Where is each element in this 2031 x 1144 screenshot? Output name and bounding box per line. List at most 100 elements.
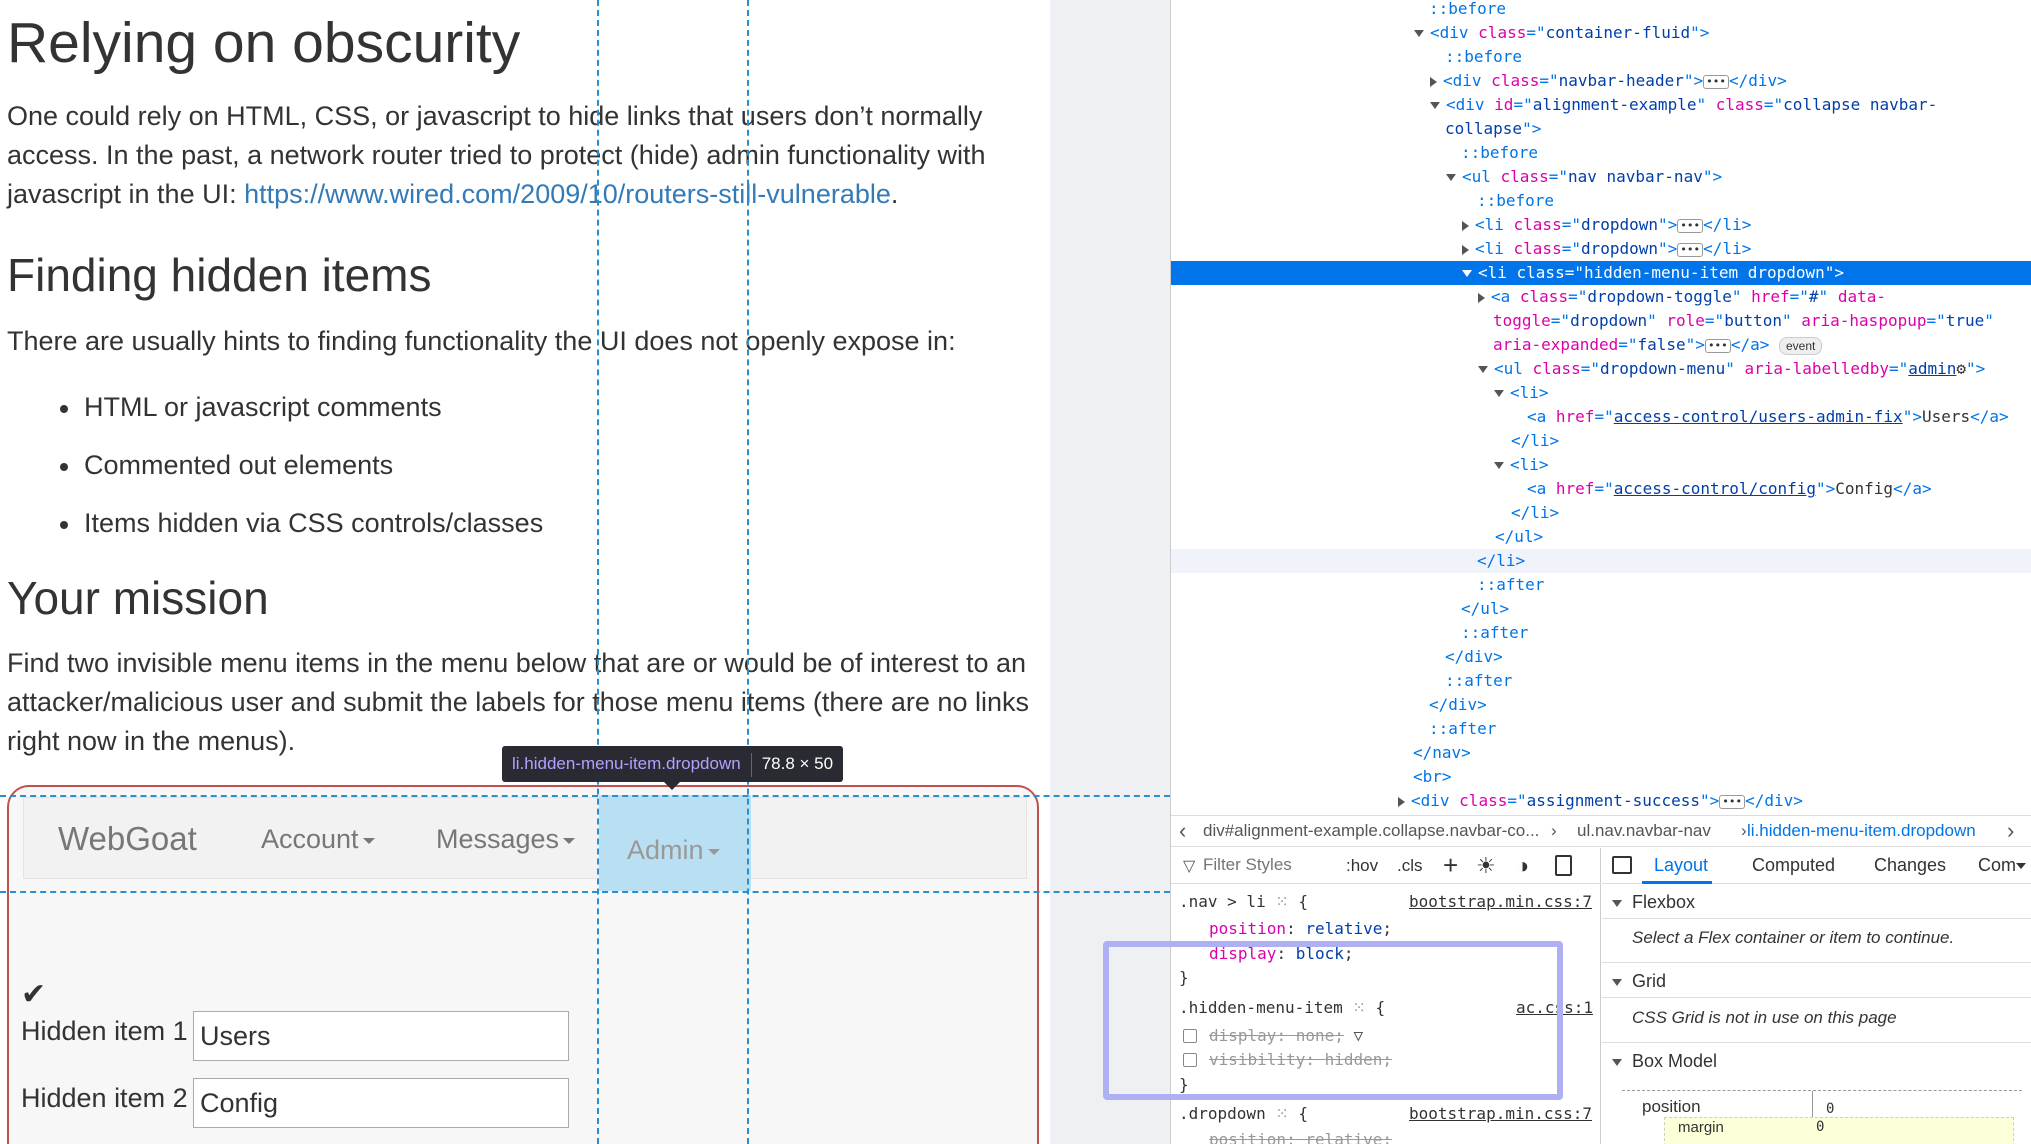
breadcrumb: ‹ div#alignment-example.collapse.navbar-… xyxy=(1171,815,2031,847)
rule-declaration[interactable]: position: relative; xyxy=(1209,1128,1392,1144)
wired-article-link[interactable]: https://www.wired.com/2009/10/routers-st… xyxy=(244,179,891,209)
event-badge[interactable]: event xyxy=(1778,336,1823,355)
hints-list: HTML or javascript comments Commented ou… xyxy=(60,378,543,552)
flexbox-note: Select a Flex container or item to conti… xyxy=(1632,928,1955,947)
add-rule-icon[interactable]: + xyxy=(1443,850,1458,881)
expand-twisty-icon[interactable] xyxy=(1414,30,1424,37)
collapse-twisty-icon[interactable] xyxy=(1462,244,1469,255)
markup-node[interactable]: ::after xyxy=(1171,573,2031,597)
collapse-twisty-icon[interactable] xyxy=(1462,220,1469,231)
box-model-margin-value[interactable]: 0 xyxy=(1816,1119,1824,1135)
flexbox-section-header[interactable]: Flexbox xyxy=(1602,885,2031,919)
expand-twisty-icon[interactable] xyxy=(1446,174,1456,181)
nav-item-account[interactable]: Account xyxy=(261,824,375,855)
markup-node[interactable]: ::after xyxy=(1171,669,2031,693)
markup-node[interactable]: <li> xyxy=(1171,453,2031,477)
markup-node[interactable]: ::after xyxy=(1171,717,2031,741)
markup-node[interactable]: <li class="dropdown"> ••• </li> xyxy=(1171,213,2031,237)
rule-source-link[interactable]: bootstrap.min.css:7 xyxy=(1409,1102,1592,1126)
collapse-twisty-icon[interactable] xyxy=(1430,76,1437,87)
paragraph-obscurity-line-3: javascript in the UI: https://www.wired.… xyxy=(7,175,898,214)
highlighter-infobar: li.hidden-menu-item.dropdown 78.8 × 50 xyxy=(502,746,844,790)
markup-node[interactable]: <ul class="dropdown-menu" aria-labelledb… xyxy=(1171,357,2031,381)
layout-view: Layout Computed Changes Com Flexbox Sele… xyxy=(1602,848,2031,1144)
chevron-left-icon[interactable]: ‹ xyxy=(1179,816,1186,846)
chevron-down-icon[interactable] xyxy=(2016,863,2026,869)
markup-node[interactable]: </li> xyxy=(1171,501,2031,525)
markup-node[interactable]: <a class="dropdown-toggle" href="#" data… xyxy=(1171,285,2031,309)
rules-toolbar: ▽ :hov .cls + ☀ ◑ xyxy=(1171,848,1601,884)
chevron-right-icon[interactable]: › xyxy=(2007,816,2014,846)
markup-node[interactable]: ::before xyxy=(1171,189,2031,213)
markup-node[interactable]: </nav> xyxy=(1171,741,2031,765)
gear-icon[interactable]: ⚙ xyxy=(1956,357,1966,381)
caret-down-icon xyxy=(362,837,375,844)
markup-node[interactable]: </li> xyxy=(1171,429,2031,453)
markup-node[interactable]: <ul class="nav navbar-nav"> xyxy=(1171,165,2031,189)
markup-node[interactable]: <li> xyxy=(1171,381,2031,405)
hover-states-toggle[interactable]: :hov xyxy=(1346,856,1378,876)
hidden-item-2-input[interactable] xyxy=(193,1078,569,1128)
expand-twisty-icon[interactable] xyxy=(1494,462,1504,469)
box-model-section-header[interactable]: Box Model xyxy=(1602,1044,2031,1078)
breadcrumb-separator-icon: › xyxy=(1551,821,1557,840)
markup-node[interactable]: <div class="assignment-success"> ••• </div… xyxy=(1171,789,2031,813)
light-scheme-icon[interactable]: ☀ xyxy=(1476,853,1496,879)
expand-twisty-icon[interactable] xyxy=(1430,102,1440,109)
markup-node[interactable]: <div class="navbar-header"> ••• </div> xyxy=(1171,69,2031,93)
markup-node-continuation: aria-expanded="false"> ••• </a> event xyxy=(1171,333,2031,357)
tab-layout[interactable]: Layout xyxy=(1654,855,1708,876)
markup-node[interactable]: ::after xyxy=(1171,621,2031,645)
ellipsis-icon[interactable]: ••• xyxy=(1719,794,1746,809)
markup-node[interactable]: <br> xyxy=(1171,765,2031,789)
collapse-twisty-icon[interactable] xyxy=(1478,292,1485,303)
markup-node-selected[interactable]: <li class="hidden-menu-item dropdown"> xyxy=(1171,261,2031,285)
markup-node[interactable]: </div> xyxy=(1171,645,2031,669)
collapse-twisty-icon[interactable] xyxy=(1398,796,1405,807)
grid-section-header[interactable]: Grid xyxy=(1602,964,2031,998)
nav-item-admin[interactable]: Admin xyxy=(627,835,720,866)
markup-node[interactable]: </ul> xyxy=(1171,525,2031,549)
filter-styles-input[interactable] xyxy=(1203,852,1333,878)
markup-node[interactable]: ::before xyxy=(1171,141,2031,165)
markup-node[interactable]: </div> xyxy=(1171,693,2031,717)
print-media-icon[interactable] xyxy=(1555,855,1572,876)
markup-node[interactable]: <li class="dropdown"> ••• </li> xyxy=(1171,237,2031,261)
class-toggle[interactable]: .cls xyxy=(1397,856,1423,876)
markup-node[interactable]: <div class="container-fluid"> xyxy=(1171,21,2031,45)
hidden-item-1-input[interactable] xyxy=(193,1011,569,1061)
hidden-item-2-label: Hidden item 2 xyxy=(21,1083,188,1113)
markup-node[interactable]: <div id="alignment-example" class="colla… xyxy=(1171,93,2031,117)
expand-twisty-icon[interactable] xyxy=(1462,270,1472,277)
markup-node[interactable]: ::before xyxy=(1171,45,2031,69)
dark-scheme-icon[interactable]: ◑ xyxy=(1516,853,1529,879)
ellipsis-icon[interactable]: ••• xyxy=(1677,218,1704,233)
tab-computed[interactable]: Computed xyxy=(1752,855,1835,876)
tab-changes[interactable]: Changes xyxy=(1874,855,1946,876)
ellipsis-icon[interactable]: ••• xyxy=(1677,242,1704,257)
breadcrumb-item-current[interactable]: li.hidden-menu-item.dropdown xyxy=(1747,816,1976,846)
grid-highlight-icon: ⁙ xyxy=(1275,1104,1289,1123)
markup-node[interactable]: <a href="access-control/config">Config</… xyxy=(1171,477,2031,501)
expand-twisty-icon[interactable] xyxy=(1494,390,1504,397)
markup-node[interactable]: </ul> xyxy=(1171,597,2031,621)
markup-node[interactable]: <a href="access-control/users-admin-fix"… xyxy=(1171,405,2031,429)
ellipsis-icon[interactable]: ••• xyxy=(1703,74,1729,89)
box-model-position-value[interactable]: 0 xyxy=(1826,1101,1834,1117)
rule-source-link[interactable]: bootstrap.min.css:7 xyxy=(1409,890,1592,914)
rule-declaration[interactable]: position: relative; xyxy=(1209,917,1392,941)
breadcrumb-item[interactable]: div#alignment-example.collapse.navbar-co… xyxy=(1203,816,1539,846)
paragraph-mission-line-2: attacker/malicious user and submit the l… xyxy=(7,687,1029,717)
markup-node[interactable]: </li> xyxy=(1171,549,2031,573)
expand-twisty-icon[interactable] xyxy=(1478,366,1488,373)
ellipsis-icon[interactable]: ••• xyxy=(1704,338,1731,353)
nav-item-messages[interactable]: Messages xyxy=(436,824,576,855)
breadcrumb-item[interactable]: ul.nav.navbar-nav xyxy=(1577,816,1711,846)
infobar-dimensions: 78.8 × 50 xyxy=(761,754,834,773)
toggle-sidebar-icon[interactable] xyxy=(1612,856,1632,874)
navbar-brand[interactable]: WebGoat xyxy=(58,820,197,858)
nav-item-label: Admin xyxy=(627,835,704,865)
tab-compatibility[interactable]: Com xyxy=(1978,855,2016,876)
markup-node[interactable]: ::before xyxy=(1171,0,2031,21)
paragraph-obscurity-prefix: javascript in the UI: xyxy=(7,179,245,209)
